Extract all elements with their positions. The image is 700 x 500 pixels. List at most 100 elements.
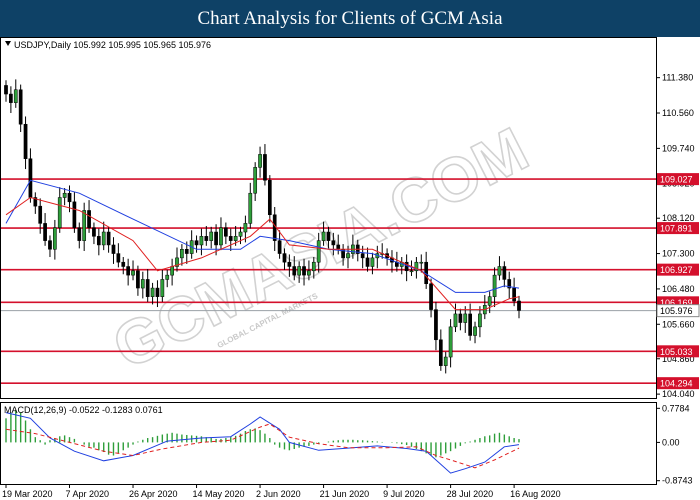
candle-body — [131, 270, 135, 276]
candle-body — [468, 313, 472, 336]
level-label: 104.294 — [660, 379, 693, 389]
candle-body — [82, 210, 87, 241]
candle-body — [92, 227, 96, 237]
chart-area: GCMASIA.COM GLOBAL CAPITAL MARKETS 111.3… — [0, 37, 700, 499]
macd-tick-label: 0.7784 — [662, 403, 690, 413]
candle-body — [321, 231, 326, 241]
candle-body — [180, 249, 184, 259]
price-tick-label: 105.660 — [662, 319, 695, 329]
candle-body — [53, 227, 57, 250]
candle-body — [184, 249, 189, 254]
price-tick-label: 106.480 — [662, 284, 695, 294]
candle-body — [365, 257, 370, 267]
macd-tick-label: 0.00 — [662, 437, 680, 447]
candle-body — [492, 274, 497, 297]
candle-body — [9, 93, 13, 103]
candle-body — [331, 240, 336, 246]
candle-body — [228, 236, 233, 241]
candle-body — [219, 227, 223, 246]
candle-body — [116, 253, 121, 263]
candle-body — [96, 236, 101, 246]
price-tick-label: 110.560 — [662, 108, 694, 118]
level-label: 107.891 — [660, 224, 693, 234]
candle-body — [282, 253, 287, 263]
candle-body — [28, 158, 33, 198]
candle-body — [106, 231, 111, 246]
candle-body — [233, 236, 238, 241]
candle-body — [434, 309, 438, 341]
price-tick-label: 107.300 — [662, 249, 695, 259]
x-tick-label: 14 May 2020 — [193, 489, 245, 499]
candle-body — [487, 296, 492, 306]
candle-body — [311, 261, 316, 272]
candle-body — [336, 244, 341, 250]
candle-body — [258, 154, 262, 168]
candle-body — [4, 85, 8, 95]
x-tick-label: 16 Aug 2020 — [510, 489, 561, 499]
candle-body — [292, 266, 297, 276]
level-label: 105.033 — [660, 347, 693, 357]
level-label: 106.927 — [660, 265, 693, 275]
candle-body — [121, 261, 126, 267]
candle-body — [18, 89, 23, 125]
candle-body — [199, 236, 204, 246]
x-axis: 19 Mar 2020 7 Apr 2020 26 Apr 2020 14 May 2… — [2, 484, 561, 499]
candle-body — [145, 279, 150, 297]
price-tick-label: 109.740 — [662, 143, 695, 153]
candle-body — [453, 313, 458, 328]
candle-body — [243, 223, 248, 233]
candle-body — [209, 231, 214, 241]
candle-body — [497, 266, 502, 276]
candle-body — [429, 283, 433, 310]
candle-body — [101, 231, 106, 246]
current-price-label: 105.976 — [660, 306, 693, 316]
candle-body — [150, 287, 155, 297]
candle-body — [23, 123, 28, 159]
candle-body — [326, 231, 331, 241]
candle-body — [155, 287, 160, 297]
candle-body — [458, 313, 463, 323]
candle-body — [43, 223, 47, 241]
x-tick-label: 7 Apr 2020 — [66, 489, 110, 499]
candle-body — [165, 274, 170, 280]
price-tick-label: 111.380 — [662, 73, 693, 83]
candle-body — [263, 154, 267, 181]
candle-body — [267, 180, 272, 216]
candle-body — [253, 167, 258, 194]
candle-body — [170, 266, 174, 276]
candle-body — [370, 257, 375, 267]
candle-body — [346, 253, 350, 259]
candle-body — [307, 270, 311, 276]
macd-header-text: MACD(12,26,9) -0.0522 -0.1283 0.0761 — [4, 405, 163, 415]
candle-body — [277, 240, 282, 254]
candle-body — [111, 244, 116, 254]
candle-body — [160, 279, 165, 297]
candle-body — [316, 240, 321, 263]
candle-body — [302, 266, 306, 276]
candle-body — [204, 236, 209, 241]
candle-body — [13, 89, 18, 103]
candle-body — [224, 227, 228, 237]
candle-body — [512, 287, 516, 302]
candle-body — [287, 261, 292, 267]
candle-body — [473, 326, 477, 336]
candle-body — [126, 266, 130, 276]
candle-body — [478, 313, 482, 328]
candle-body — [443, 356, 448, 366]
candle-body — [419, 261, 424, 264]
price-axis-labels: 111.380110.560109.740108.920108.120107.3… — [656, 73, 700, 399]
candle-body — [72, 201, 77, 228]
candle-body — [238, 231, 243, 237]
x-tick-label: 21 Jun 2020 — [320, 489, 370, 499]
x-tick-label: 9 Jul 2020 — [383, 489, 425, 499]
banner-title: Chart Analysis for Clients of GCM Asia — [0, 0, 700, 37]
x-tick-label: 26 Apr 2020 — [129, 489, 178, 499]
candle-body — [502, 266, 507, 280]
candle-body — [77, 227, 82, 241]
candle-body — [463, 313, 468, 323]
macd-tick-label: -0.8743 — [662, 476, 693, 486]
x-tick-label: 2 Jun 2020 — [256, 489, 301, 499]
price-tick-label: 108.120 — [662, 213, 695, 223]
candle-body — [57, 197, 62, 228]
candle-body — [248, 192, 253, 224]
